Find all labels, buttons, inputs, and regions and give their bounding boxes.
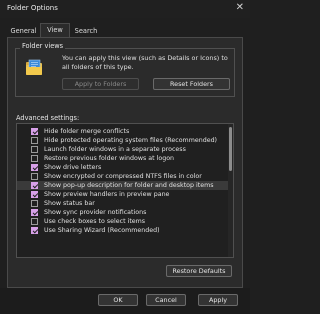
list-item[interactable]: Show sync provider notifications	[17, 208, 229, 217]
list-item[interactable]: Use check boxes to select items	[17, 217, 229, 226]
restore-defaults-button[interactable]: Restore Defaults	[166, 265, 232, 277]
list-item[interactable]: Launch folder windows in a separate proc…	[17, 145, 229, 154]
list-item[interactable]: Show drive letters	[17, 163, 229, 172]
advanced-settings-list[interactable]: Hide folder merge conflicts Hide protect…	[16, 123, 234, 258]
checkbox[interactable]	[31, 173, 38, 180]
checkbox[interactable]	[31, 155, 38, 162]
checkbox[interactable]	[31, 191, 38, 198]
checkbox[interactable]	[31, 128, 38, 135]
folder-views-legend: Folder views	[20, 42, 66, 50]
folder-icon	[26, 59, 42, 75]
list-item-label: Hide protected operating system files (R…	[44, 137, 218, 144]
window-title: Folder Options	[7, 4, 58, 12]
checkbox[interactable]	[31, 182, 38, 189]
tab-view[interactable]: View	[40, 23, 70, 38]
close-icon[interactable]: ✕	[236, 2, 244, 14]
list-item-label: Use check boxes to select items	[44, 218, 146, 225]
advanced-settings-label: Advanced settings:	[16, 114, 80, 122]
list-scrollbar[interactable]	[228, 124, 233, 257]
list-item[interactable]: Hide protected operating system files (R…	[17, 136, 229, 145]
apply-button[interactable]: Apply	[198, 294, 238, 306]
list-item-label: Launch folder windows in a separate proc…	[44, 146, 186, 153]
list-item-label: Show sync provider notifications	[44, 209, 147, 216]
list-item[interactable]: Show preview handlers in preview pane	[17, 190, 229, 199]
list-item[interactable]: Hide folder merge conflicts	[17, 127, 229, 136]
apply-to-folders-button[interactable]: Apply to Folders	[62, 78, 139, 90]
ok-button[interactable]: OK	[98, 294, 138, 306]
list-item-label: Show drive letters	[44, 164, 102, 171]
list-item-selected[interactable]: Show pop-up description for folder and d…	[17, 181, 229, 190]
checkbox[interactable]	[31, 200, 38, 207]
list-item-label: Show pop-up description for folder and d…	[44, 182, 214, 189]
checkbox[interactable]	[31, 209, 38, 216]
list-item[interactable]: Show encrypted or compressed NTFS files …	[17, 172, 229, 181]
reset-folders-button[interactable]: Reset Folders	[153, 78, 230, 90]
scrollbar-thumb[interactable]	[229, 127, 232, 171]
cancel-button[interactable]: Cancel	[146, 294, 186, 306]
list-item[interactable]: Show status bar	[17, 199, 229, 208]
checkbox[interactable]	[31, 164, 38, 171]
folder-views-description: You can apply this view (such as Details…	[62, 54, 228, 71]
checkbox[interactable]	[31, 146, 38, 153]
list-item-label: Show status bar	[44, 200, 95, 207]
list-item-label: Restore previous folder windows at logon	[44, 155, 175, 162]
list-item-label: Show encrypted or compressed NTFS files …	[44, 173, 202, 180]
list-item[interactable]: Use Sharing Wizard (Recommended)	[17, 226, 229, 235]
checkbox[interactable]	[31, 227, 38, 234]
checkbox[interactable]	[31, 218, 38, 225]
list-item[interactable]: Restore previous folder windows at logon	[17, 154, 229, 163]
list-item-label: Show preview handlers in preview pane	[44, 191, 170, 198]
list-item-label: Use Sharing Wizard (Recommended)	[44, 227, 160, 234]
checkbox[interactable]	[31, 137, 38, 144]
title-bar: Folder Options ✕	[0, 0, 250, 18]
list-item-label: Hide folder merge conflicts	[44, 128, 130, 135]
